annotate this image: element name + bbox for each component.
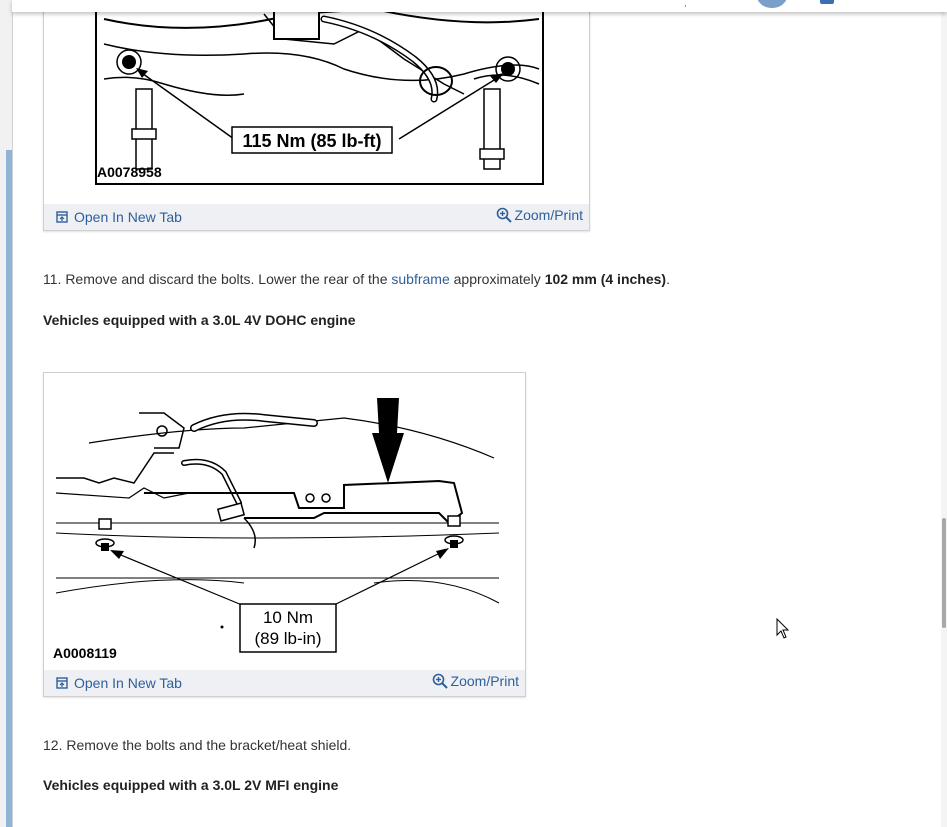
heading-mfi: Vehicles equipped with a 3.0L 2V MFI eng… <box>43 777 339 793</box>
open-new-tab-icon <box>56 211 68 223</box>
figure1-code: A0078958 <box>97 164 162 180</box>
figure2-toolbar: Open In New Tab Zoom/Print <box>44 670 525 696</box>
diagram-image-1[interactable]: 115 Nm (85 lb-ft) A0078958 <box>44 0 589 204</box>
step-11-measure: 102 mm (4 inches) <box>544 271 667 287</box>
step-11-prefix: 11. Remove and discard the bolts. Lower … <box>43 271 392 287</box>
figure-bracket-bolts: 10 Nm (89 lb-in) A0008119 Open In New Ta… <box>43 372 526 697</box>
heading-dohc: Vehicles equipped with a 3.0L 4V DOHC en… <box>43 312 356 328</box>
zoom-print-label: Zoom/Print <box>514 207 583 223</box>
notification-icon[interactable] <box>820 0 834 4</box>
top-bar: , <box>12 0 947 12</box>
zoom-icon <box>496 207 512 223</box>
bracket-diagram: 10 Nm (89 lb-in) A0008119 <box>53 398 500 661</box>
step-11-suffix: . <box>666 271 670 287</box>
figure1-torque-label: 115 Nm (85 lb-ft) <box>242 131 381 151</box>
figure1-toolbar: Open In New Tab Zoom/Print <box>44 204 589 230</box>
open-in-new-tab-button-2[interactable]: Open In New Tab <box>56 675 182 691</box>
top-bar-mark: , <box>684 0 687 8</box>
figure2-torque-line1: 10 Nm <box>263 608 313 627</box>
vertical-scrollbar[interactable] <box>941 0 947 827</box>
step-11-text: 11. Remove and discard the bolts. Lower … <box>43 271 670 287</box>
diagram-image-2[interactable]: 10 Nm (89 lb-in) A0008119 <box>44 373 525 670</box>
figure2-torque-line2: (89 lb-in) <box>254 629 321 648</box>
open-in-new-tab-label: Open In New Tab <box>74 675 182 691</box>
window-left-edge <box>0 0 13 827</box>
subframe-diagram: 115 Nm (85 lb-ft) A0078958 <box>95 0 544 185</box>
mouse-cursor-icon <box>776 618 790 639</box>
figure2-code: A0008119 <box>53 645 117 661</box>
left-accent-strip <box>6 150 12 827</box>
open-in-new-tab-label: Open In New Tab <box>74 209 182 225</box>
zoom-print-button-2[interactable]: Zoom/Print <box>432 673 519 689</box>
figure-subframe-bolts: 115 Nm (85 lb-ft) A0078958 Open In New T… <box>43 0 590 231</box>
open-in-new-tab-button[interactable]: Open In New Tab <box>56 209 182 225</box>
step-12-text: 12. Remove the bolts and the bracket/hea… <box>43 737 352 753</box>
zoom-print-label: Zoom/Print <box>450 673 519 689</box>
zoom-print-button[interactable]: Zoom/Print <box>496 207 583 223</box>
step-11-middle: approximately <box>449 271 545 287</box>
scrollbar-thumb[interactable] <box>942 518 946 628</box>
avatar[interactable] <box>757 0 787 8</box>
open-new-tab-icon <box>56 677 68 689</box>
subframe-link[interactable]: subframe <box>391 271 449 287</box>
zoom-icon <box>432 673 448 689</box>
